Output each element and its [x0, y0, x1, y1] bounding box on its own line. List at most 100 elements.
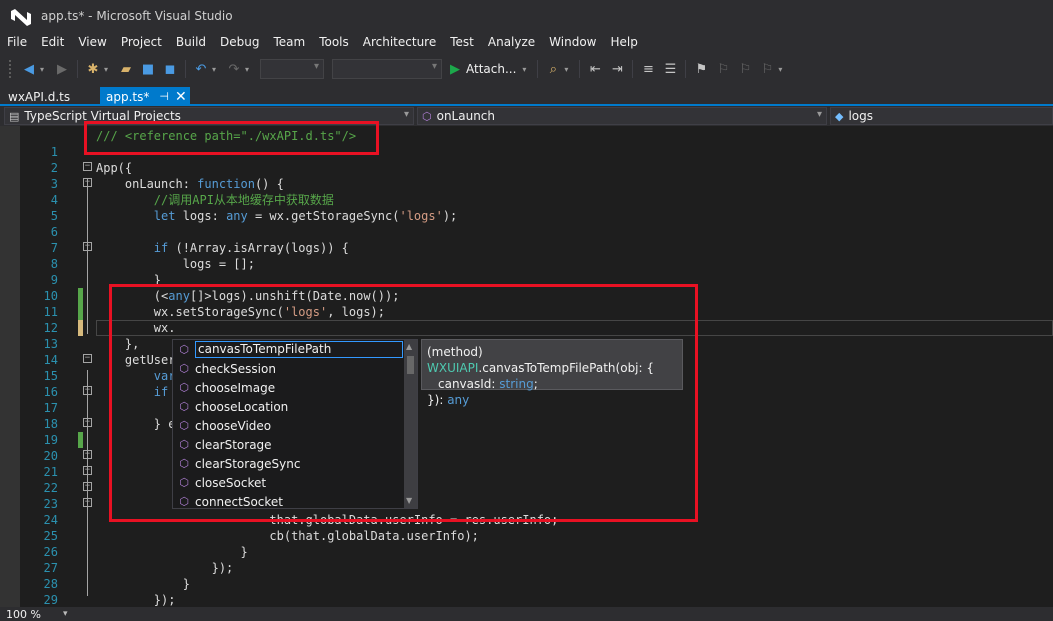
- completion-item[interactable]: ⬡ clearStorageSync: [173, 454, 405, 473]
- menu-window[interactable]: Window: [542, 35, 603, 49]
- solution-platform-combo[interactable]: [332, 59, 442, 79]
- undo-icon[interactable]: ↶: [192, 60, 210, 78]
- code-line: 5 //调用API从本地缓存中获取数据: [20, 192, 1053, 223]
- collapse-icon[interactable]: −: [83, 498, 92, 507]
- completion-item[interactable]: ⬡ chooseVideo: [173, 416, 405, 435]
- completion-item[interactable]: ⬡ canvasToTempFilePath: [173, 340, 405, 359]
- collapse-icon[interactable]: −: [83, 242, 92, 251]
- scrollbar-thumb[interactable]: [407, 356, 414, 374]
- code-line: 9 logs = [];: [20, 256, 1053, 287]
- comment-lines-icon[interactable]: ≡: [639, 60, 657, 78]
- menu-file[interactable]: File: [0, 35, 34, 49]
- intellisense-completion-list[interactable]: ⬡ canvasToTempFilePath ⬡ checkSession ⬡ …: [172, 339, 418, 509]
- title-bar: app.ts* - Microsoft Visual Studio: [0, 0, 1053, 32]
- save-all-icon[interactable]: ◼: [161, 60, 179, 78]
- toolbar-separator: [537, 60, 539, 78]
- collapse-icon[interactable]: −: [83, 386, 92, 395]
- redo-icon[interactable]: ↷: [225, 60, 243, 78]
- close-tab-icon[interactable]: ✕: [175, 89, 187, 105]
- completion-item[interactable]: ⬡ closeSocket: [173, 473, 405, 492]
- new-project-icon[interactable]: ✱: [84, 60, 102, 78]
- menu-tools[interactable]: Tools: [312, 35, 356, 49]
- completion-item[interactable]: ⬡ chooseImage: [173, 378, 405, 397]
- tab-label: app.ts*: [106, 89, 150, 104]
- scroll-down-icon[interactable]: ▼: [406, 496, 412, 505]
- chevron-down-icon[interactable]: ▾: [63, 609, 68, 619]
- collapse-icon[interactable]: −: [83, 354, 92, 363]
- saved-change-marker: [78, 304, 83, 320]
- tooltip-text: .canvasToTempFilePath(obj: {: [478, 361, 655, 375]
- uncomment-lines-icon[interactable]: ☰: [661, 60, 679, 78]
- menu-architecture[interactable]: Architecture: [356, 35, 443, 49]
- menu-team[interactable]: Team: [266, 35, 312, 49]
- menu-test[interactable]: Test: [443, 35, 481, 49]
- code-text: }: [96, 545, 248, 559]
- collapse-icon[interactable]: −: [83, 178, 92, 187]
- collapse-icon[interactable]: −: [83, 418, 92, 427]
- attach-dropdown-icon[interactable]: ▾: [522, 65, 530, 74]
- tooltip-type: string: [499, 377, 534, 391]
- scope-dropdown[interactable]: ⬡ onLaunch ▾: [417, 107, 827, 125]
- method-icon: ⬡: [179, 457, 189, 470]
- bookmark-icon[interactable]: ⚑: [692, 60, 710, 78]
- previous-bookmark-icon[interactable]: ⚐: [714, 60, 732, 78]
- completion-item[interactable]: ⬡ chooseLocation: [173, 397, 405, 416]
- menu-analyze[interactable]: Analyze: [481, 35, 542, 49]
- collapse-icon[interactable]: −: [83, 162, 92, 171]
- completion-item[interactable]: ⬡ connectSocket: [173, 492, 405, 511]
- zoom-level[interactable]: 100 %: [6, 608, 41, 621]
- member-dropdown[interactable]: ◆ logs: [830, 107, 1053, 125]
- method-icon: ⬡: [179, 400, 189, 413]
- new-project-dropdown-icon[interactable]: ▾: [104, 65, 112, 74]
- collapse-icon[interactable]: −: [83, 482, 92, 491]
- menu-project[interactable]: Project: [114, 35, 169, 49]
- standard-toolbar: ◀ ▾ ▶ ✱ ▾ ▰ ■ ◼ ↶ ▾ ↷ ▾ ▶ Attach... ▾ ⌕ …: [0, 52, 1053, 86]
- pin-tab-icon[interactable]: ⊣: [159, 90, 169, 103]
- navigate-back-icon[interactable]: ◀: [20, 60, 38, 78]
- indicator-margin: [0, 126, 20, 607]
- menu-edit[interactable]: Edit: [34, 35, 71, 49]
- menu-view[interactable]: View: [71, 35, 113, 49]
- saved-change-marker: [78, 288, 83, 304]
- completion-label: chooseLocation: [195, 399, 289, 414]
- completion-label: connectSocket: [195, 494, 284, 509]
- find-dropdown-icon[interactable]: ▾: [564, 65, 572, 74]
- menu-debug[interactable]: Debug: [213, 35, 266, 49]
- next-bookmark-icon[interactable]: ⚐: [736, 60, 754, 78]
- variable-icon: ◆: [835, 109, 844, 123]
- collapse-icon[interactable]: −: [83, 450, 92, 459]
- menu-bar: File Edit View Project Build Debug Team …: [0, 32, 1053, 52]
- start-debugging-icon: ▶: [450, 61, 460, 77]
- menu-help[interactable]: Help: [604, 35, 645, 49]
- tab-label: wxAPI.d.ts: [8, 89, 71, 104]
- save-icon[interactable]: ■: [139, 60, 157, 78]
- attach-button[interactable]: ▶ Attach... ▾: [450, 62, 533, 77]
- completion-item[interactable]: ⬡ clearStorage: [173, 435, 405, 454]
- completion-label: clearStorage: [195, 437, 272, 452]
- completion-item[interactable]: ⬡ checkSession: [173, 359, 405, 378]
- outdent-icon[interactable]: ⇤: [586, 60, 604, 78]
- open-file-icon[interactable]: ▰: [117, 60, 135, 78]
- clear-bookmarks-icon[interactable]: ⚐: [758, 60, 776, 78]
- scroll-up-icon[interactable]: ▲: [406, 342, 412, 351]
- undo-dropdown-icon[interactable]: ▾: [212, 65, 220, 74]
- method-icon: ⬡: [179, 476, 189, 489]
- code-text: //调用API从本地缓存中获取数据: [96, 193, 334, 207]
- indent-icon[interactable]: ⇥: [608, 60, 626, 78]
- navigate-back-dropdown-icon[interactable]: ▾: [40, 65, 48, 74]
- redo-dropdown-icon[interactable]: ▾: [245, 65, 253, 74]
- completion-scrollbar[interactable]: ▲ ▼: [404, 340, 417, 508]
- toolbar-overflow-icon[interactable]: ▾: [778, 65, 786, 74]
- navigate-forward-icon[interactable]: ▶: [53, 60, 71, 78]
- completion-label: chooseImage: [195, 380, 276, 395]
- solution-configuration-combo[interactable]: [260, 59, 324, 79]
- find-in-files-icon[interactable]: ⌕: [544, 60, 562, 78]
- window-title: app.ts* - Microsoft Visual Studio: [41, 9, 233, 23]
- visual-studio-logo-icon: [11, 9, 31, 26]
- method-icon: ⬡: [179, 381, 189, 394]
- code-text: }: [96, 577, 190, 591]
- menu-build[interactable]: Build: [169, 35, 213, 49]
- tooltip-text: ;: [533, 377, 538, 391]
- collapse-icon[interactable]: −: [83, 466, 92, 475]
- toolbar-grip[interactable]: [8, 59, 12, 79]
